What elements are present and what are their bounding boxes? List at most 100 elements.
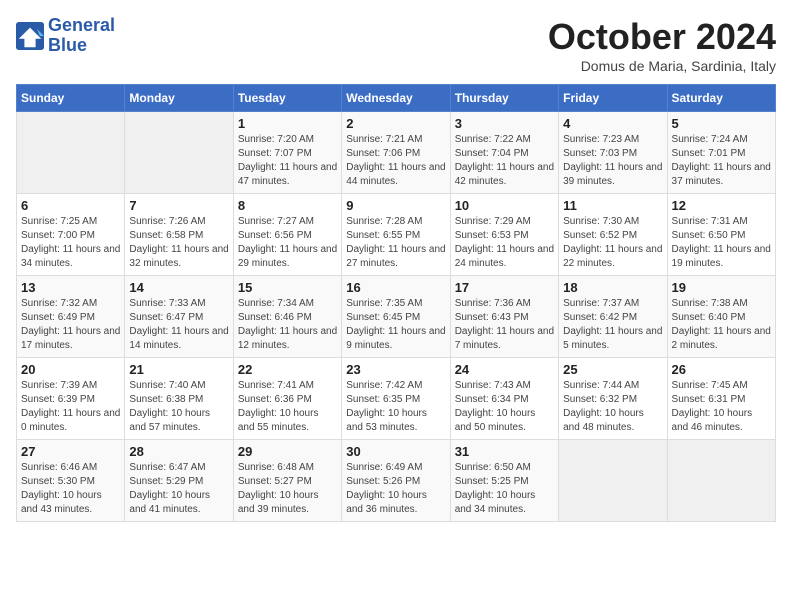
calendar-cell: 3 Sunrise: 7:22 AM Sunset: 7:04 PM Daylig… bbox=[450, 112, 558, 194]
day-number: 9 bbox=[346, 198, 445, 213]
day-header-monday: Monday bbox=[125, 85, 233, 112]
day-info: Sunrise: 7:39 AM Sunset: 6:39 PM Dayligh… bbox=[21, 379, 120, 435]
day-number: 26 bbox=[672, 362, 771, 377]
day-number: 31 bbox=[455, 444, 554, 459]
calendar-body: 1Sunrise: 7:20 AM Sunset: 7:07 PM Daylig… bbox=[17, 112, 776, 522]
day-info: Sunrise: 7:22 AM Sunset: 7:04 PM Dayligh… bbox=[455, 133, 554, 189]
day-number: 6 bbox=[21, 198, 120, 213]
day-info: Sunrise: 7:33 AM Sunset: 6:47 PM Dayligh… bbox=[129, 297, 228, 353]
day-info: Sunrise: 7:38 AM Sunset: 6:40 PM Dayligh… bbox=[672, 297, 771, 353]
day-number: 1 bbox=[238, 116, 337, 131]
calendar-cell: 19 Sunrise: 7:38 AM Sunset: 6:40 PM Dayli… bbox=[667, 276, 775, 358]
calendar-cell bbox=[17, 112, 125, 194]
calendar-cell: 30Sunrise: 6:49 AM Sunset: 5:26 PM Dayli… bbox=[342, 440, 450, 522]
calendar-header: SundayMondayTuesdayWednesdayThursdayFrid… bbox=[17, 85, 776, 112]
day-number: 17 bbox=[455, 280, 554, 295]
logo: General Blue bbox=[16, 16, 115, 56]
day-info: Sunrise: 7:36 AM Sunset: 6:43 PM Dayligh… bbox=[455, 297, 554, 353]
day-number: 8 bbox=[238, 198, 337, 213]
calendar-cell: 6 Sunrise: 7:25 AM Sunset: 7:00 PM Daylig… bbox=[17, 194, 125, 276]
day-number: 2 bbox=[346, 116, 445, 131]
calendar-cell: 20 Sunrise: 7:39 AM Sunset: 6:39 PM Dayli… bbox=[17, 358, 125, 440]
day-info: Sunrise: 7:28 AM Sunset: 6:55 PM Dayligh… bbox=[346, 215, 445, 271]
day-info: Sunrise: 7:29 AM Sunset: 6:53 PM Dayligh… bbox=[455, 215, 554, 271]
calendar-cell: 28 Sunrise: 6:47 AM Sunset: 5:29 PM Dayli… bbox=[125, 440, 233, 522]
calendar-cell: 13 Sunrise: 7:32 AM Sunset: 6:49 PM Dayli… bbox=[17, 276, 125, 358]
day-number: 28 bbox=[129, 444, 228, 459]
day-info: Sunrise: 7:31 AM Sunset: 6:50 PM Dayligh… bbox=[672, 215, 771, 271]
day-header-sunday: Sunday bbox=[17, 85, 125, 112]
day-info: Sunrise: 6:47 AM Sunset: 5:29 PM Dayligh… bbox=[129, 461, 228, 517]
calendar-cell: 8Sunrise: 7:27 AM Sunset: 6:56 PM Daylig… bbox=[233, 194, 341, 276]
logo-line2: Blue bbox=[48, 36, 115, 56]
calendar-cell: 25 Sunrise: 7:44 AM Sunset: 6:32 PM Dayli… bbox=[559, 358, 667, 440]
logo-text: General Blue bbox=[48, 16, 115, 56]
day-info: Sunrise: 6:46 AM Sunset: 5:30 PM Dayligh… bbox=[21, 461, 120, 517]
calendar-cell: 10 Sunrise: 7:29 AM Sunset: 6:53 PM Dayli… bbox=[450, 194, 558, 276]
calendar-week-row: 20 Sunrise: 7:39 AM Sunset: 6:39 PM Dayli… bbox=[17, 358, 776, 440]
day-info: Sunrise: 7:41 AM Sunset: 6:36 PM Dayligh… bbox=[238, 379, 337, 435]
calendar-week-row: 1Sunrise: 7:20 AM Sunset: 7:07 PM Daylig… bbox=[17, 112, 776, 194]
day-number: 7 bbox=[129, 198, 228, 213]
calendar-cell: 27 Sunrise: 6:46 AM Sunset: 5:30 PM Dayli… bbox=[17, 440, 125, 522]
day-info: Sunrise: 7:30 AM Sunset: 6:52 PM Dayligh… bbox=[563, 215, 662, 271]
day-number: 5 bbox=[672, 116, 771, 131]
calendar-week-row: 13 Sunrise: 7:32 AM Sunset: 6:49 PM Dayli… bbox=[17, 276, 776, 358]
calendar-table: SundayMondayTuesdayWednesdayThursdayFrid… bbox=[16, 84, 776, 522]
calendar-cell: 17 Sunrise: 7:36 AM Sunset: 6:43 PM Dayli… bbox=[450, 276, 558, 358]
calendar-cell: 5 Sunrise: 7:24 AM Sunset: 7:01 PM Daylig… bbox=[667, 112, 775, 194]
day-header-saturday: Saturday bbox=[667, 85, 775, 112]
calendar-cell: 26 Sunrise: 7:45 AM Sunset: 6:31 PM Dayli… bbox=[667, 358, 775, 440]
day-info: Sunrise: 7:23 AM Sunset: 7:03 PM Dayligh… bbox=[563, 133, 662, 189]
calendar-week-row: 27 Sunrise: 6:46 AM Sunset: 5:30 PM Dayli… bbox=[17, 440, 776, 522]
day-number: 13 bbox=[21, 280, 120, 295]
day-number: 19 bbox=[672, 280, 771, 295]
calendar-cell: 24 Sunrise: 7:43 AM Sunset: 6:34 PM Dayli… bbox=[450, 358, 558, 440]
day-header-wednesday: Wednesday bbox=[342, 85, 450, 112]
day-number: 27 bbox=[21, 444, 120, 459]
day-info: Sunrise: 7:21 AM Sunset: 7:06 PM Dayligh… bbox=[346, 133, 445, 189]
day-info: Sunrise: 7:25 AM Sunset: 7:00 PM Dayligh… bbox=[21, 215, 120, 271]
calendar-cell: 1Sunrise: 7:20 AM Sunset: 7:07 PM Daylig… bbox=[233, 112, 341, 194]
day-number: 22 bbox=[238, 362, 337, 377]
day-number: 21 bbox=[129, 362, 228, 377]
day-info: Sunrise: 6:49 AM Sunset: 5:26 PM Dayligh… bbox=[346, 461, 445, 517]
location-subtitle: Domus de Maria, Sardinia, Italy bbox=[548, 58, 776, 74]
day-info: Sunrise: 7:40 AM Sunset: 6:38 PM Dayligh… bbox=[129, 379, 228, 435]
title-block: October 2024 Domus de Maria, Sardinia, I… bbox=[548, 16, 776, 74]
day-info: Sunrise: 7:35 AM Sunset: 6:45 PM Dayligh… bbox=[346, 297, 445, 353]
calendar-cell: 22 Sunrise: 7:41 AM Sunset: 6:36 PM Dayli… bbox=[233, 358, 341, 440]
day-info: Sunrise: 6:48 AM Sunset: 5:27 PM Dayligh… bbox=[238, 461, 337, 517]
day-number: 10 bbox=[455, 198, 554, 213]
day-number: 29 bbox=[238, 444, 337, 459]
day-number: 25 bbox=[563, 362, 662, 377]
day-info: Sunrise: 7:45 AM Sunset: 6:31 PM Dayligh… bbox=[672, 379, 771, 435]
day-number: 24 bbox=[455, 362, 554, 377]
page-header: General Blue October 2024 Domus de Maria… bbox=[16, 16, 776, 74]
calendar-cell: 2 Sunrise: 7:21 AM Sunset: 7:06 PM Daylig… bbox=[342, 112, 450, 194]
day-number: 23 bbox=[346, 362, 445, 377]
day-info: Sunrise: 7:37 AM Sunset: 6:42 PM Dayligh… bbox=[563, 297, 662, 353]
day-info: Sunrise: 7:24 AM Sunset: 7:01 PM Dayligh… bbox=[672, 133, 771, 189]
calendar-cell: 18Sunrise: 7:37 AM Sunset: 6:42 PM Dayli… bbox=[559, 276, 667, 358]
calendar-cell bbox=[559, 440, 667, 522]
day-info: Sunrise: 7:32 AM Sunset: 6:49 PM Dayligh… bbox=[21, 297, 120, 353]
day-info: Sunrise: 6:50 AM Sunset: 5:25 PM Dayligh… bbox=[455, 461, 554, 517]
day-number: 4 bbox=[563, 116, 662, 131]
calendar-week-row: 6 Sunrise: 7:25 AM Sunset: 7:00 PM Daylig… bbox=[17, 194, 776, 276]
day-info: Sunrise: 7:43 AM Sunset: 6:34 PM Dayligh… bbox=[455, 379, 554, 435]
day-info: Sunrise: 7:42 AM Sunset: 6:35 PM Dayligh… bbox=[346, 379, 445, 435]
day-info: Sunrise: 7:26 AM Sunset: 6:58 PM Dayligh… bbox=[129, 215, 228, 271]
calendar-cell bbox=[125, 112, 233, 194]
calendar-cell: 4 Sunrise: 7:23 AM Sunset: 7:03 PM Daylig… bbox=[559, 112, 667, 194]
day-number: 20 bbox=[21, 362, 120, 377]
logo-icon bbox=[16, 22, 44, 50]
day-number: 3 bbox=[455, 116, 554, 131]
month-title: October 2024 bbox=[548, 16, 776, 58]
day-number: 16 bbox=[346, 280, 445, 295]
calendar-cell: 9 Sunrise: 7:28 AM Sunset: 6:55 PM Daylig… bbox=[342, 194, 450, 276]
day-number: 15 bbox=[238, 280, 337, 295]
day-info: Sunrise: 7:44 AM Sunset: 6:32 PM Dayligh… bbox=[563, 379, 662, 435]
calendar-cell: 29 Sunrise: 6:48 AM Sunset: 5:27 PM Dayli… bbox=[233, 440, 341, 522]
day-info: Sunrise: 7:34 AM Sunset: 6:46 PM Dayligh… bbox=[238, 297, 337, 353]
